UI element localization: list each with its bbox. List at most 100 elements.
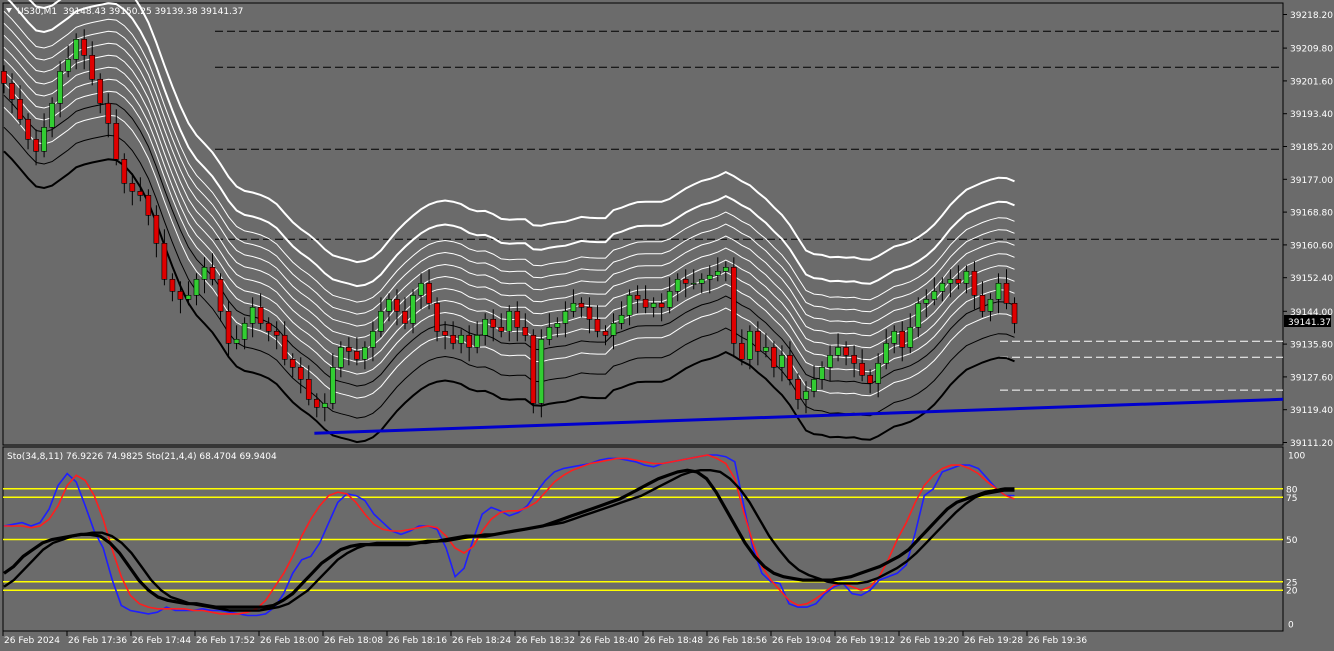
- candle-40: [321, 402, 328, 408]
- candle-84: [674, 278, 681, 292]
- candle-97: [779, 354, 785, 368]
- time-tick-label-13: 26 Feb 19:12: [836, 636, 895, 646]
- candle-74: [594, 318, 601, 332]
- candle-121: [971, 270, 978, 296]
- price-tick-label-3: 39193.40: [1290, 110, 1333, 120]
- candle-125: [1003, 282, 1010, 304]
- candle-27: [217, 278, 224, 312]
- candle-114: [915, 302, 922, 328]
- price-tick-label-10: 39135.80: [1290, 341, 1333, 351]
- candle-91: [731, 266, 737, 344]
- candle-59: [474, 334, 480, 348]
- ohlc-label: 39148.43 39150.25 39139.38 39141.37: [63, 7, 243, 17]
- candle-65: [522, 326, 529, 336]
- candle-122: [979, 294, 986, 312]
- candle-102: [819, 366, 825, 380]
- candle-51: [410, 294, 416, 324]
- time-tick-label-14: 26 Feb 19:20: [900, 636, 959, 646]
- candle-0: [1, 71, 7, 84]
- candle-37: [297, 366, 304, 380]
- candle-38: [305, 378, 312, 400]
- time-tick-label-15: 26 Feb 19:28: [964, 636, 1023, 646]
- candle-124: [995, 282, 1002, 300]
- stoch-level-label-50: 50: [1286, 536, 1298, 546]
- candle-103: [827, 354, 833, 368]
- price-tick-label-13: 39111.20: [1290, 439, 1333, 449]
- candle-17: [137, 191, 144, 196]
- time-tick-label-6: 26 Feb 18:16: [388, 636, 447, 646]
- candle-45: [362, 346, 368, 360]
- time-tick-label-12: 26 Feb 19:04: [772, 636, 831, 646]
- candle-7: [57, 71, 63, 104]
- candle-49: [394, 298, 400, 312]
- time-tick-label-2: 26 Feb 17:44: [132, 636, 191, 646]
- candle-55: [442, 330, 448, 336]
- candle-46: [370, 330, 376, 348]
- candle-3: [25, 119, 31, 140]
- candle-85: [682, 278, 689, 284]
- candle-82: [658, 302, 665, 308]
- price-tick-label-8: 39152.40: [1290, 274, 1333, 284]
- candle-126: [1011, 302, 1018, 324]
- candle-86: [690, 282, 697, 285]
- candle-101: [811, 378, 817, 392]
- candle-56: [450, 334, 456, 344]
- candle-36: [289, 358, 296, 368]
- candle-44: [354, 350, 360, 360]
- price-tick-label-4: 39185.20: [1290, 143, 1333, 153]
- candle-76: [610, 322, 617, 336]
- price-tick-label-0: 39218.20: [1290, 11, 1333, 21]
- candle-92: [739, 342, 745, 360]
- candle-16: [129, 183, 136, 192]
- candle-109: [875, 362, 881, 384]
- candle-71: [570, 302, 577, 312]
- candle-15: [121, 159, 128, 184]
- candle-23: [185, 294, 192, 300]
- candle-88: [706, 274, 713, 280]
- candle-52: [418, 282, 424, 296]
- candle-20: [161, 243, 168, 280]
- candle-118: [947, 278, 954, 284]
- candle-57: [458, 334, 464, 344]
- candle-42: [338, 346, 344, 368]
- candle-100: [803, 390, 809, 400]
- candle-33: [265, 322, 272, 332]
- candle-68: [546, 326, 553, 340]
- candle-78: [626, 294, 633, 316]
- candle-1: [9, 83, 15, 100]
- candle-64: [514, 310, 521, 328]
- price-tick-label-1: 39209.80: [1290, 45, 1333, 55]
- stoch-level-label-75: 75: [1286, 494, 1297, 504]
- candle-5: [41, 127, 47, 152]
- candle-34: [273, 330, 280, 336]
- candle-73: [586, 306, 593, 320]
- candle-2: [17, 99, 23, 120]
- candle-95: [763, 346, 769, 352]
- stoch-tick-label-1: 0: [1288, 621, 1294, 631]
- chart-header: US30,M1 39148.43 39150.25 39139.38 39141…: [6, 7, 243, 17]
- chart-root[interactable]: 39218.20 39209.80 39201.60 39193.40 39185.20…: [0, 0, 1334, 651]
- candle-14: [113, 123, 120, 160]
- price-tick-label-5: 39177.00: [1290, 176, 1333, 186]
- candle-107: [859, 362, 865, 376]
- candle-25: [201, 266, 208, 280]
- candle-12: [97, 79, 104, 104]
- candle-79: [634, 294, 641, 300]
- stoch-level-label-20: 20: [1286, 587, 1298, 597]
- candle-69: [554, 322, 561, 328]
- time-tick-label-5: 26 Feb 18:08: [324, 636, 383, 646]
- candle-75: [602, 330, 609, 336]
- price-tick-label-11: 39127.60: [1290, 373, 1333, 383]
- price-tick-label-6: 39168.80: [1290, 209, 1333, 219]
- candle-10: [81, 38, 87, 56]
- candle-19: [153, 215, 160, 244]
- candle-106: [851, 354, 857, 364]
- candle-110: [883, 342, 890, 364]
- candle-89: [714, 270, 721, 276]
- candle-35: [281, 334, 288, 360]
- time-tick-label-1: 26 Feb 17:36: [68, 636, 127, 646]
- candle-112: [899, 330, 906, 348]
- candle-111: [891, 330, 898, 344]
- candle-60: [482, 318, 489, 336]
- candle-13: [105, 103, 112, 124]
